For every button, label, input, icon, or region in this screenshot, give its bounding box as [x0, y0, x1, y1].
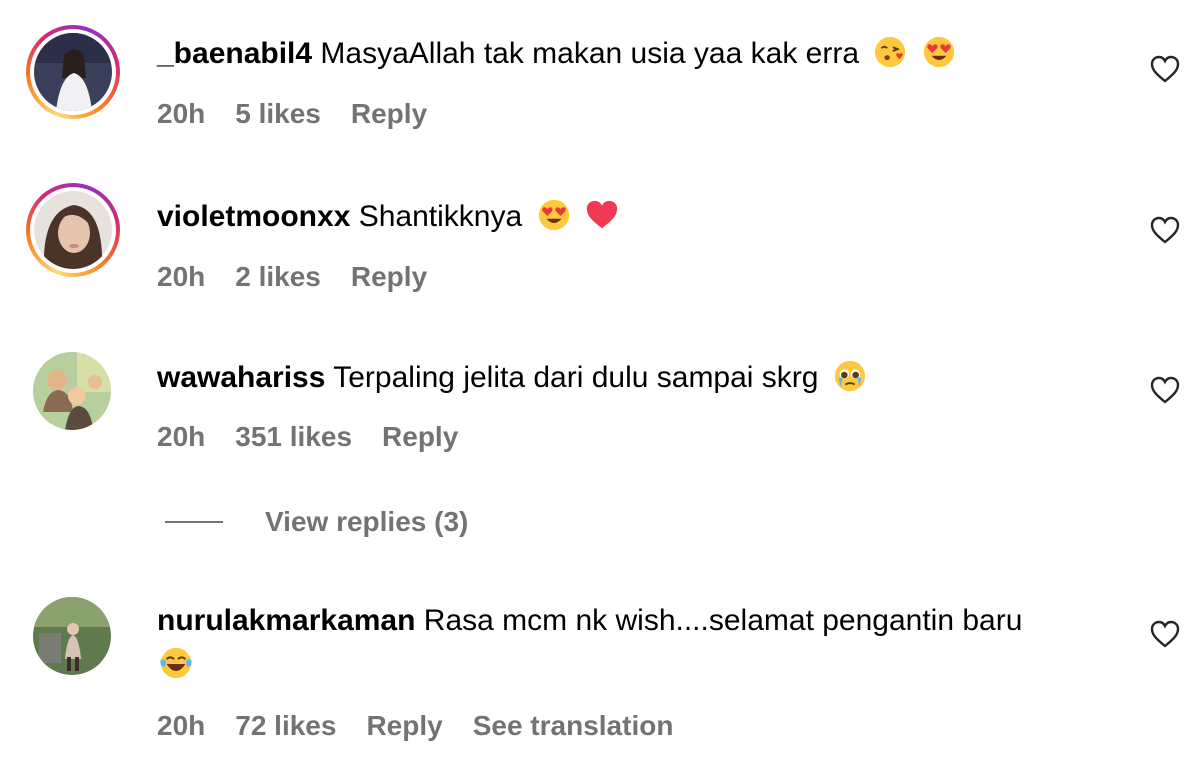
likes-count[interactable]: 5 likes	[235, 98, 321, 130]
reply-button[interactable]: Reply	[366, 710, 442, 742]
likes-count[interactable]: 2 likes	[235, 261, 321, 293]
username[interactable]: violetmoonxx	[157, 200, 350, 233]
comment-meta: 20h 351 likes Reply	[157, 421, 458, 453]
comment-text: Rasa mcm nk wish....selamat pengantin ba…	[423, 604, 1023, 637]
comment-text: Terpaling jelita dari dulu sampai skrg	[333, 361, 819, 394]
avatar[interactable]	[33, 352, 111, 430]
comment-time: 20h	[157, 98, 206, 129]
view-replies-label: View replies (3)	[265, 506, 469, 537]
reply-button[interactable]: Reply	[351, 98, 427, 130]
red-heart-emoji	[586, 200, 617, 229]
replies-divider	[165, 521, 223, 523]
reply-button[interactable]: Reply	[351, 261, 427, 293]
comment-meta: 20h 2 likes Reply	[157, 261, 427, 293]
username[interactable]: _baenabil4	[157, 37, 312, 70]
username[interactable]: nurulakmarkaman	[157, 604, 415, 637]
smiling-face-with-heart-eyes-emoji	[923, 36, 954, 68]
avatar	[34, 191, 112, 269]
comment-text-line: nurulakmarkaman Rasa mcm nk wish....sela…	[157, 599, 1132, 687]
like-heart-icon[interactable]	[1149, 54, 1181, 84]
likes-count[interactable]: 351 likes	[235, 421, 352, 453]
comment-text-line: wawahariss Terpaling jelita dari dulu sa…	[157, 356, 1132, 400]
smiling-face-with-heart-eyes-emoji	[538, 199, 569, 231]
view-replies-button[interactable]: View replies (3)	[165, 506, 468, 538]
see-translation-button[interactable]: See translation	[473, 710, 674, 742]
like-heart-icon[interactable]	[1149, 619, 1181, 649]
like-heart-icon[interactable]	[1149, 215, 1181, 245]
face-blowing-kiss-emoji	[875, 36, 906, 68]
comment-time: 20h	[157, 710, 206, 741]
username[interactable]: wawahariss	[157, 361, 325, 394]
comment-text: Shantikknya	[358, 200, 523, 233]
comment-time: 20h	[157, 261, 206, 292]
comment-text-line: violetmoonxx Shantikknya	[157, 195, 1132, 239]
comment-time: 20h	[157, 421, 206, 452]
comment-text: MasyaAllah tak makan usia yaa kak erra	[320, 37, 860, 70]
avatar	[34, 33, 112, 111]
comment-text-line: _baenabil4 MasyaAllah tak makan usia yaa…	[157, 32, 1132, 76]
like-heart-icon[interactable]	[1149, 375, 1181, 405]
comment-meta: 20h 5 likes Reply	[157, 98, 427, 130]
face-with-tears-of-joy-emoji	[160, 647, 192, 679]
reply-button[interactable]: Reply	[382, 421, 458, 453]
avatar-story-ring[interactable]	[26, 183, 120, 277]
comment-meta: 20h 72 likes Reply See translation	[157, 710, 673, 742]
likes-count[interactable]: 72 likes	[235, 710, 336, 742]
avatar[interactable]	[33, 597, 111, 675]
pleading-face-with-tears-emoji	[834, 360, 865, 392]
avatar-story-ring[interactable]	[26, 25, 120, 119]
